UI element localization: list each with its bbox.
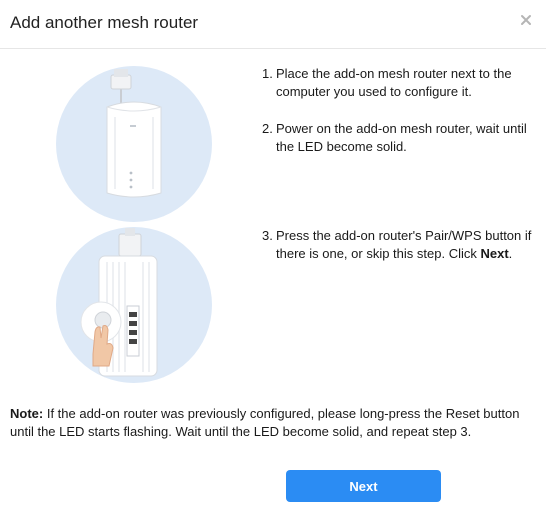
step-number: 1. bbox=[262, 66, 273, 81]
note-text: If the add-on router was previously conf… bbox=[10, 406, 520, 439]
dialog-title: Add another mesh router bbox=[10, 13, 199, 32]
step-text: Press the add-on router's Pair/WPS butto… bbox=[262, 227, 542, 263]
step-3: 3. Press the add-on router's Pair/WPS bu… bbox=[262, 227, 542, 263]
close-icon[interactable] bbox=[518, 12, 534, 28]
step-1: 1. Place the add-on mesh router next to … bbox=[262, 65, 542, 101]
step-text-end: . bbox=[508, 246, 513, 261]
step-2: 2. Power on the add-on mesh router, wait… bbox=[262, 120, 542, 156]
step-text: Place the add-on mesh router next to the… bbox=[276, 66, 512, 99]
step-text-bold: Next bbox=[480, 246, 509, 261]
step-number: 3. bbox=[262, 228, 273, 243]
add-mesh-router-dialog: Add another mesh router 1. Place the add… bbox=[0, 0, 546, 515]
note-label: Note: bbox=[10, 406, 44, 421]
dialog-header: Add another mesh router bbox=[0, 0, 546, 49]
router-wps-press-illustration bbox=[56, 227, 212, 383]
step-text: Power on the add-on mesh router, wait un… bbox=[276, 121, 527, 154]
next-button[interactable]: Next bbox=[286, 470, 441, 502]
note: Note: If the add-on router was previousl… bbox=[10, 405, 540, 441]
step-number: 2. bbox=[262, 121, 273, 136]
router-power-illustration bbox=[56, 66, 212, 222]
